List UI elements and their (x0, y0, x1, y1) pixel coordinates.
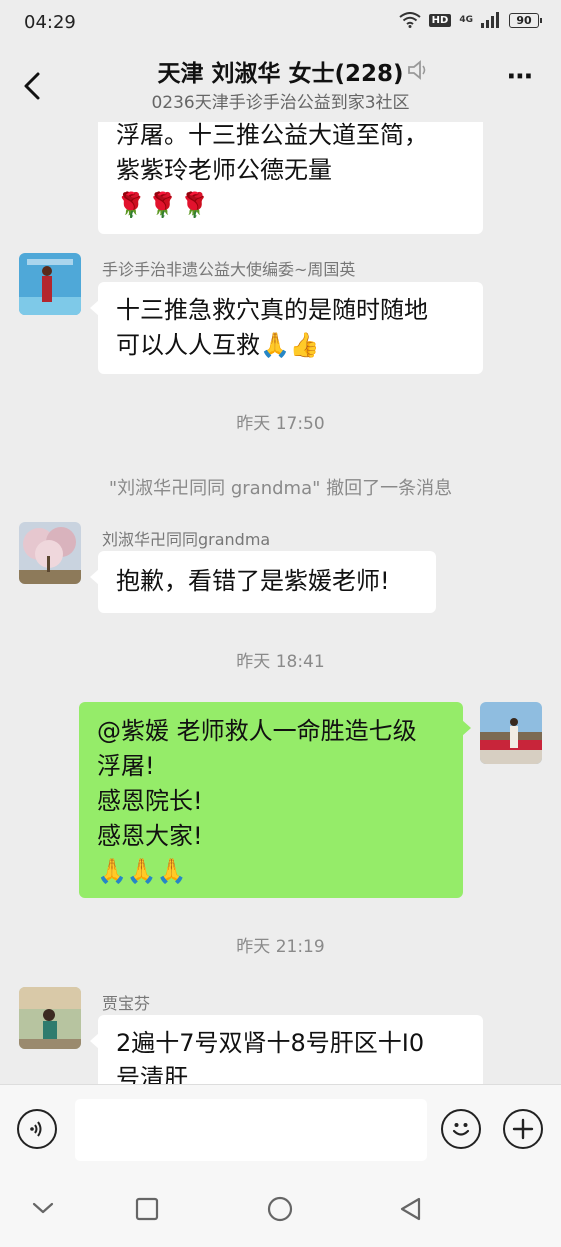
chat-title: 天津 刘淑华 女士(228) (157, 61, 404, 87)
message-line: 浮屠! (97, 752, 155, 780)
avatar-self[interactable] (480, 702, 542, 764)
message-bubble[interactable]: 浮屠。十三推公益大道至简， 紫紫玲老师公德无量 🌹🌹🌹 (98, 122, 483, 234)
message-line: 浮屠。十三推公益大道至简， (116, 122, 428, 149)
avatar-image (480, 702, 542, 764)
avatar-image (19, 253, 81, 315)
wifi-icon (399, 12, 421, 28)
back-arrow-icon[interactable] (18, 66, 48, 106)
message-line: 可以人人互救🙏👍 (116, 331, 320, 359)
message-line: 🌹🌹🌹 (116, 191, 212, 219)
message-input[interactable] (75, 1099, 427, 1161)
status-time: 04:29 (24, 12, 76, 33)
nav-recent-icon[interactable] (135, 1197, 159, 1221)
avatar[interactable] (19, 253, 81, 315)
network-type: 4G (459, 15, 473, 25)
timestamp: 昨天 17:50 (236, 414, 325, 434)
avatar[interactable] (19, 987, 81, 1049)
nav-back-icon[interactable] (398, 1196, 424, 1222)
sender-name: 刘淑华卍同同grandma (102, 530, 271, 549)
message-line: 感恩大家! (97, 822, 203, 850)
nav-collapse-icon[interactable] (31, 1200, 55, 1216)
battery-icon: 90 (509, 12, 542, 28)
mute-icon (408, 60, 426, 80)
message-line: 🙏🙏🙏 (97, 857, 187, 885)
message-line: 紫紫玲老师公德无量 (116, 156, 332, 184)
voice-glyph (30, 1121, 42, 1137)
sender-name: 手诊手治非遗公益大使编委~周国英 (102, 260, 356, 279)
nav-home-icon[interactable] (267, 1196, 293, 1222)
message-line: @紫媛 老师救人一命胜造七级 (97, 717, 417, 745)
message-line: 2遍十7号双肾十8号肝区十I0 (116, 1029, 425, 1057)
system-nav-bar (0, 1172, 561, 1247)
timestamp: 昨天 18:41 (236, 652, 325, 672)
message-line: 感恩院长! (97, 787, 203, 815)
message-bubble-self[interactable]: @紫媛 老师救人一命胜造七级 浮屠! 感恩院长! 感恩大家! 🙏🙏🙏 (79, 702, 471, 898)
battery-level: 90 (516, 13, 532, 27)
status-icons: HD 4G 90 (399, 12, 542, 28)
input-bar (0, 1084, 561, 1172)
emoji-icon[interactable] (441, 1109, 481, 1149)
message-line: 抱歉，看错了是紫媛老师! (116, 567, 390, 595)
timestamp: 昨天 21:19 (236, 937, 325, 957)
signal-icon (481, 12, 499, 28)
recall-notice: "刘淑华卍同同 grandma" 撤回了一条消息 (108, 478, 453, 499)
plus-glyph (512, 1118, 534, 1140)
chat-subtitle: 0236天津手诊手治公益到家3社区 (151, 93, 410, 113)
message-line: 十三推急救穴真的是随时随地 (116, 296, 428, 324)
more-icon[interactable]: ⋯ (507, 62, 535, 92)
chat-area: 浮屠。十三推公益大道至简， 紫紫玲老师公德无量 🌹🌹🌹 手诊手治非遗公益大使编委… (0, 122, 561, 1084)
avatar-image (19, 522, 81, 584)
status-bar: 04:29 HD 4G 90 (0, 0, 561, 46)
chat-header: 天津 刘淑华 女士(228) 0236天津手诊手治公益到家3社区 ⋯ (0, 46, 561, 122)
voice-icon[interactable] (17, 1109, 57, 1149)
message-line: 号清肝 (116, 1064, 188, 1084)
message-bubble[interactable]: 2遍十7号双肾十8号肝区十I0 号清肝 (90, 1015, 483, 1084)
avatar-image (19, 987, 81, 1049)
message-bubble[interactable]: 抱歉，看错了是紫媛老师! (90, 551, 436, 613)
emoji-glyph (452, 1123, 470, 1136)
message-bubble[interactable]: 十三推急救穴真的是随时随地 可以人人互救🙏👍 (90, 282, 483, 374)
hd-badge: HD (428, 13, 452, 27)
avatar[interactable] (19, 522, 81, 584)
sender-name: 贾宝芬 (102, 994, 151, 1013)
plus-icon[interactable] (503, 1109, 543, 1149)
